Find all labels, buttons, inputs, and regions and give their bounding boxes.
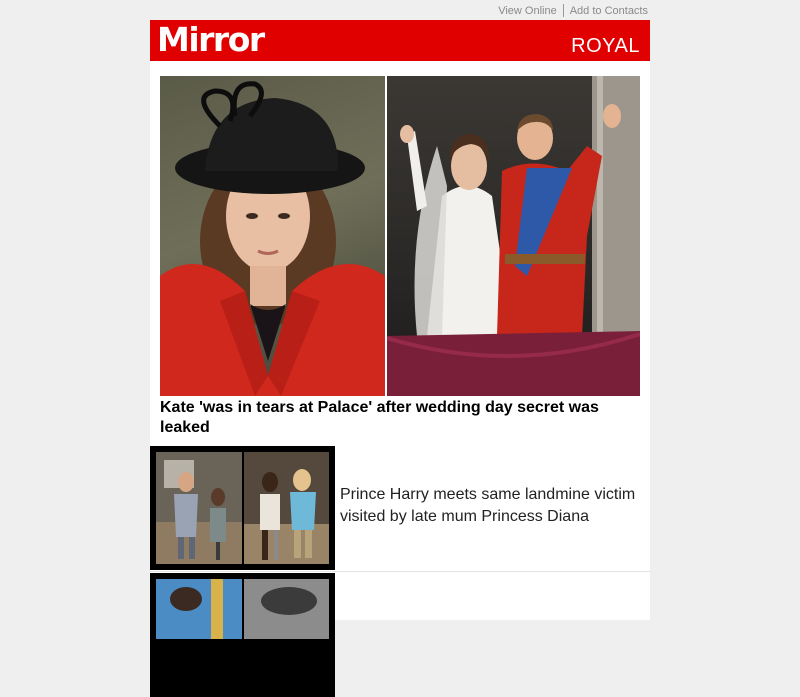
thumbnail-photo-left	[156, 579, 242, 691]
lead-story-image[interactable]	[160, 76, 640, 396]
story-thumbnail[interactable]	[150, 573, 335, 697]
story-row[interactable]: Prince Harry meets same landmine victim …	[150, 445, 650, 572]
link-separator	[562, 4, 564, 17]
portrait-illustration	[160, 81, 385, 396]
thumbnail-photo-right	[243, 579, 329, 691]
section-title: ROYAL	[571, 35, 640, 57]
lead-photo-wedding-balcony	[387, 76, 640, 396]
thumbnail-photo-right	[243, 452, 329, 564]
top-links: View Online Add to Contacts	[498, 4, 648, 17]
newsletter-header: Mirror ROYAL	[150, 20, 650, 61]
story-row[interactable]	[150, 572, 650, 697]
add-to-contacts-link[interactable]: Add to Contacts	[570, 5, 648, 17]
newsletter-body: Mirror ROYAL Kate 'was in tears at Palac…	[150, 20, 650, 697]
top-links-bar: View Online Add to Contacts	[150, 0, 650, 20]
lead-photo-portrait	[160, 76, 385, 396]
story-title[interactable]: Prince Harry meets same landmine victim …	[340, 484, 640, 528]
wedding-balcony-illustration	[387, 76, 640, 396]
view-online-link[interactable]: View Online	[498, 5, 557, 17]
lead-story-headline[interactable]: Kate 'was in tears at Palace' after wedd…	[160, 398, 630, 438]
story-thumbnail[interactable]	[150, 446, 335, 570]
mirror-logo[interactable]: Mirror	[157, 19, 265, 61]
thumbnail-photo-left	[156, 452, 242, 564]
